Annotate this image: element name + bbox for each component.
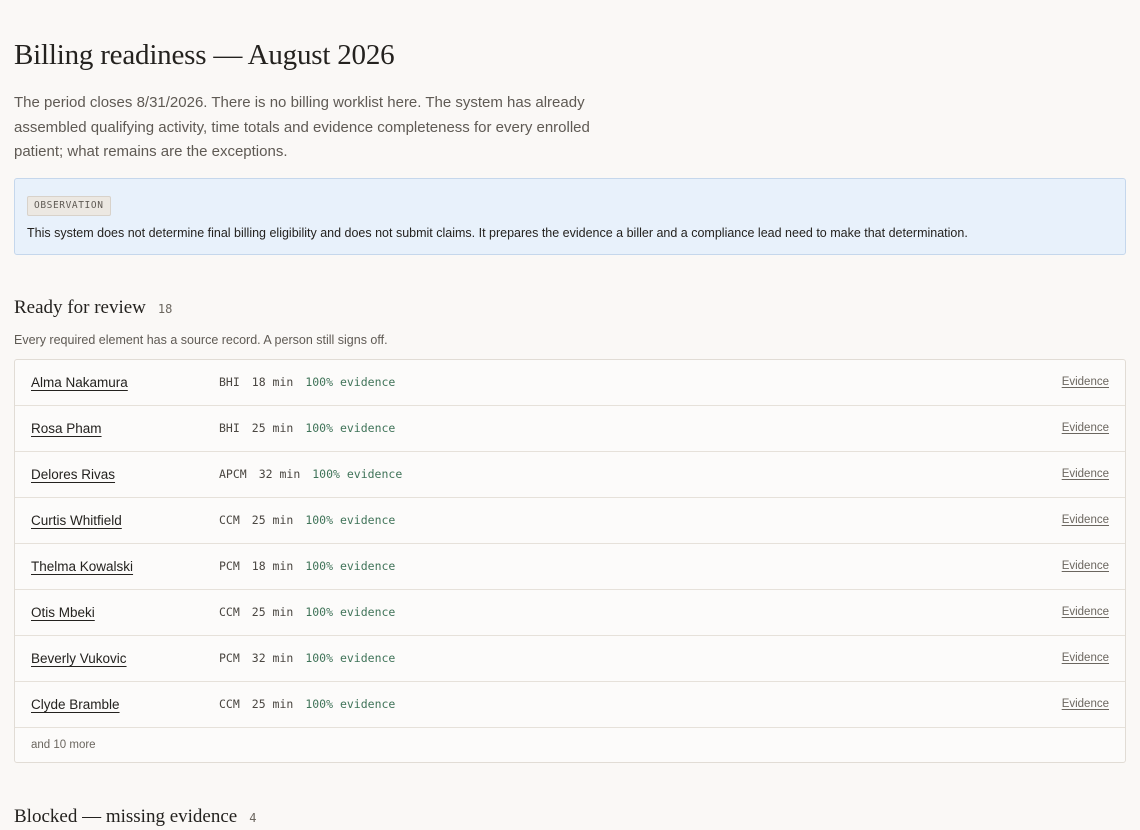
ready-section-header: Ready for review 18 xyxy=(14,296,1126,320)
table-row: Alma Nakamura BHI 18 min 100% evidence E… xyxy=(15,360,1125,406)
program-code: PCM xyxy=(219,651,240,665)
program-code: CCM xyxy=(219,605,240,619)
table-row: Clyde Bramble CCM 25 min 100% evidence E… xyxy=(15,682,1125,728)
evidence-link[interactable]: Evidence xyxy=(1062,422,1109,434)
table-row: Rosa Pham BHI 25 min 100% evidence Evide… xyxy=(15,406,1125,452)
patient-name-link[interactable]: Clyde Bramble xyxy=(31,697,219,712)
time-total: 32 min xyxy=(258,467,301,481)
time-total: 25 min xyxy=(251,513,294,527)
ready-section-description: Every required element has a source reco… xyxy=(14,332,388,347)
evidence-completeness: 100% evidence xyxy=(305,375,396,389)
evidence-link[interactable]: Evidence xyxy=(1062,514,1109,526)
program-code: PCM xyxy=(219,559,240,573)
patient-name-link[interactable]: Alma Nakamura xyxy=(31,375,219,390)
page-title: Billing readiness — August 2026 xyxy=(14,39,395,71)
evidence-link[interactable]: Evidence xyxy=(1062,652,1109,664)
ready-count-badge: 18 xyxy=(157,301,173,316)
observation-tag: OBSERVATION xyxy=(27,195,111,216)
time-total: 25 min xyxy=(251,605,294,619)
billing-readiness-page: Billing readiness — August 2026 The peri… xyxy=(0,0,1140,829)
patient-name-link[interactable]: Otis Mbeki xyxy=(31,605,219,620)
ready-patient-list: Alma Nakamura BHI 18 min 100% evidence E… xyxy=(14,358,1126,763)
program-code: BHI xyxy=(219,421,240,435)
evidence-completeness: 100% evidence xyxy=(305,697,396,711)
patient-name-link[interactable]: Curtis Whitfield xyxy=(31,513,219,528)
patient-name-link[interactable]: Rosa Pham xyxy=(31,421,219,436)
table-row: Delores Rivas APCM 32 min 100% evidence … xyxy=(15,452,1125,498)
table-row: Beverly Vukovic PCM 32 min 100% evidence… xyxy=(15,636,1125,682)
table-row: Otis Mbeki CCM 25 min 100% evidence Evid… xyxy=(15,590,1125,636)
evidence-completeness: 100% evidence xyxy=(305,421,396,435)
observation-text: This system does not determine final bil… xyxy=(27,225,968,240)
time-total: 25 min xyxy=(251,697,294,711)
evidence-completeness: 100% evidence xyxy=(305,651,396,665)
ready-section-title: Ready for review xyxy=(14,296,146,318)
evidence-completeness: 100% evidence xyxy=(305,559,396,573)
patient-name-link[interactable]: Delores Rivas xyxy=(31,467,219,482)
evidence-completeness: 100% evidence xyxy=(305,513,396,527)
blocked-section-title: Blocked — missing evidence xyxy=(14,805,238,827)
patient-name-link[interactable]: Beverly Vukovic xyxy=(31,651,219,666)
evidence-link[interactable]: Evidence xyxy=(1062,376,1109,388)
table-row: Curtis Whitfield CCM 25 min 100% evidenc… xyxy=(15,498,1125,544)
program-code: BHI xyxy=(219,375,240,389)
evidence-link[interactable]: Evidence xyxy=(1062,606,1109,618)
page-intro: The period closes 8/31/2026. There is no… xyxy=(14,94,590,160)
time-total: 18 min xyxy=(251,375,294,389)
table-row: Thelma Kowalski PCM 18 min 100% evidence… xyxy=(15,544,1125,590)
blocked-count-badge: 4 xyxy=(249,810,257,825)
patient-name-link[interactable]: Thelma Kowalski xyxy=(31,559,219,574)
blocked-section-header: Blocked — missing evidence 4 xyxy=(14,805,1126,829)
evidence-completeness: 100% evidence xyxy=(312,467,403,481)
evidence-completeness: 100% evidence xyxy=(305,605,396,619)
program-code: CCM xyxy=(219,697,240,711)
more-patients-note: and 10 more xyxy=(31,738,96,751)
time-total: 32 min xyxy=(251,651,294,665)
time-total: 25 min xyxy=(251,421,294,435)
evidence-link[interactable]: Evidence xyxy=(1062,560,1109,572)
evidence-link[interactable]: Evidence xyxy=(1062,468,1109,480)
observation-callout: OBSERVATION This system does not determi… xyxy=(14,177,1126,255)
time-total: 18 min xyxy=(251,559,294,573)
evidence-link[interactable]: Evidence xyxy=(1062,698,1109,710)
program-code: APCM xyxy=(219,467,247,481)
program-code: CCM xyxy=(219,513,240,527)
